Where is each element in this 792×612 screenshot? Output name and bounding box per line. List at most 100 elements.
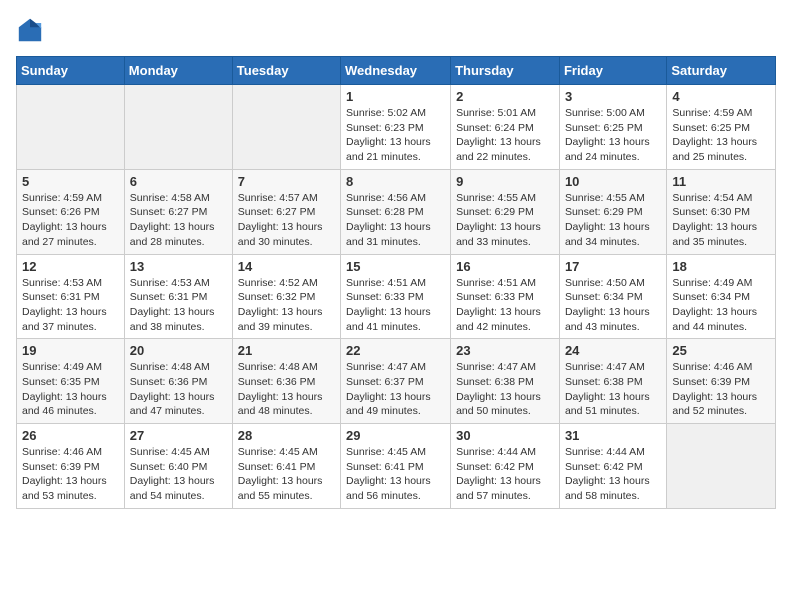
week-row-1: 1 Sunrise: 5:02 AM Sunset: 6:23 PM Daylig…: [17, 85, 776, 170]
day-number: 1: [346, 89, 445, 104]
day-number: 16: [456, 259, 554, 274]
day-info: Sunrise: 4:51 AM Sunset: 6:33 PM Dayligh…: [456, 276, 554, 335]
day-info: Sunrise: 4:56 AM Sunset: 6:28 PM Dayligh…: [346, 191, 445, 250]
calendar-cell: 9 Sunrise: 4:55 AM Sunset: 6:29 PM Daylig…: [451, 169, 560, 254]
day-info: Sunrise: 4:48 AM Sunset: 6:36 PM Dayligh…: [130, 360, 227, 419]
day-info: Sunrise: 5:02 AM Sunset: 6:23 PM Dayligh…: [346, 106, 445, 165]
day-info: Sunrise: 4:47 AM Sunset: 6:37 PM Dayligh…: [346, 360, 445, 419]
calendar-cell: 15Sunrise: 4:51 AM Sunset: 6:33 PM Dayli…: [341, 254, 451, 339]
weekday-header-monday: Monday: [124, 57, 232, 85]
day-number: 24: [565, 343, 661, 358]
day-info: Sunrise: 4:45 AM Sunset: 6:40 PM Dayligh…: [130, 445, 227, 504]
day-info: Sunrise: 4:45 AM Sunset: 6:41 PM Dayligh…: [238, 445, 335, 504]
calendar-cell: 6Sunrise: 4:58 AM Sunset: 6:27 PM Daylig…: [124, 169, 232, 254]
day-number: 17: [565, 259, 661, 274]
day-number: 22: [346, 343, 445, 358]
day-info: Sunrise: 4:59 AM Sunset: 6:26 PM Dayligh…: [22, 191, 119, 250]
calendar-body: 1 Sunrise: 5:02 AM Sunset: 6:23 PM Daylig…: [17, 85, 776, 509]
week-row-2: 5Sunrise: 4:59 AM Sunset: 6:26 PM Daylig…: [17, 169, 776, 254]
day-number: 13: [130, 259, 227, 274]
day-number: 15: [346, 259, 445, 274]
calendar-cell: 21 Sunrise: 4:48 AM Sunset: 6:36 PM Dayli…: [232, 339, 340, 424]
calendar-cell: 18 Sunrise: 4:49 AM Sunset: 6:34 PM Dayli…: [667, 254, 776, 339]
calendar-cell: 10 Sunrise: 4:55 AM Sunset: 6:29 PM Dayli…: [559, 169, 666, 254]
calendar-cell: 12 Sunrise: 4:53 AM Sunset: 6:31 PM Dayli…: [17, 254, 125, 339]
calendar-cell: 5Sunrise: 4:59 AM Sunset: 6:26 PM Daylig…: [17, 169, 125, 254]
day-number: 3: [565, 89, 661, 104]
weekday-row: SundayMondayTuesdayWednesdayThursdayFrid…: [17, 57, 776, 85]
calendar-cell: [17, 85, 125, 170]
day-info: Sunrise: 4:49 AM Sunset: 6:35 PM Dayligh…: [22, 360, 119, 419]
day-number: 10: [565, 174, 661, 189]
calendar-cell: 28 Sunrise: 4:45 AM Sunset: 6:41 PM Dayli…: [232, 424, 340, 509]
day-number: 8: [346, 174, 445, 189]
week-row-4: 19 Sunrise: 4:49 AM Sunset: 6:35 PM Dayli…: [17, 339, 776, 424]
weekday-header-wednesday: Wednesday: [341, 57, 451, 85]
calendar-cell: 27 Sunrise: 4:45 AM Sunset: 6:40 PM Dayli…: [124, 424, 232, 509]
calendar-cell: 2Sunrise: 5:01 AM Sunset: 6:24 PM Daylig…: [451, 85, 560, 170]
calendar-cell: [124, 85, 232, 170]
day-number: 20: [130, 343, 227, 358]
day-number: 4: [672, 89, 770, 104]
week-row-5: 26 Sunrise: 4:46 AM Sunset: 6:39 PM Dayli…: [17, 424, 776, 509]
calendar-cell: [232, 85, 340, 170]
day-number: 21: [238, 343, 335, 358]
weekday-header-friday: Friday: [559, 57, 666, 85]
day-info: Sunrise: 4:58 AM Sunset: 6:27 PM Dayligh…: [130, 191, 227, 250]
day-info: Sunrise: 4:48 AM Sunset: 6:36 PM Dayligh…: [238, 360, 335, 419]
calendar-cell: 13 Sunrise: 4:53 AM Sunset: 6:31 PM Dayli…: [124, 254, 232, 339]
calendar-cell: 24 Sunrise: 4:47 AM Sunset: 6:38 PM Dayli…: [559, 339, 666, 424]
day-info: Sunrise: 4:53 AM Sunset: 6:31 PM Dayligh…: [22, 276, 119, 335]
day-number: 23: [456, 343, 554, 358]
day-info: Sunrise: 4:46 AM Sunset: 6:39 PM Dayligh…: [22, 445, 119, 504]
day-number: 26: [22, 428, 119, 443]
day-info: Sunrise: 4:47 AM Sunset: 6:38 PM Dayligh…: [456, 360, 554, 419]
calendar-header: SundayMondayTuesdayWednesdayThursdayFrid…: [17, 57, 776, 85]
calendar-cell: 25 Sunrise: 4:46 AM Sunset: 6:39 PM Dayli…: [667, 339, 776, 424]
day-info: Sunrise: 4:46 AM Sunset: 6:39 PM Dayligh…: [672, 360, 770, 419]
day-number: 12: [22, 259, 119, 274]
day-number: 18: [672, 259, 770, 274]
day-info: Sunrise: 4:54 AM Sunset: 6:30 PM Dayligh…: [672, 191, 770, 250]
day-number: 28: [238, 428, 335, 443]
calendar-cell: 31Sunrise: 4:44 AM Sunset: 6:42 PM Dayli…: [559, 424, 666, 509]
weekday-header-sunday: Sunday: [17, 57, 125, 85]
day-info: Sunrise: 4:49 AM Sunset: 6:34 PM Dayligh…: [672, 276, 770, 335]
calendar-cell: 8 Sunrise: 4:56 AM Sunset: 6:28 PM Daylig…: [341, 169, 451, 254]
calendar-cell: 26 Sunrise: 4:46 AM Sunset: 6:39 PM Dayli…: [17, 424, 125, 509]
day-info: Sunrise: 4:55 AM Sunset: 6:29 PM Dayligh…: [456, 191, 554, 250]
header: [16, 16, 776, 44]
weekday-header-thursday: Thursday: [451, 57, 560, 85]
day-number: 30: [456, 428, 554, 443]
calendar-cell: 23 Sunrise: 4:47 AM Sunset: 6:38 PM Dayli…: [451, 339, 560, 424]
calendar-cell: 29Sunrise: 4:45 AM Sunset: 6:41 PM Dayli…: [341, 424, 451, 509]
calendar-cell: 16 Sunrise: 4:51 AM Sunset: 6:33 PM Dayli…: [451, 254, 560, 339]
day-number: 27: [130, 428, 227, 443]
calendar-cell: 30Sunrise: 4:44 AM Sunset: 6:42 PM Dayli…: [451, 424, 560, 509]
day-number: 25: [672, 343, 770, 358]
day-info: Sunrise: 4:53 AM Sunset: 6:31 PM Dayligh…: [130, 276, 227, 335]
day-info: Sunrise: 4:55 AM Sunset: 6:29 PM Dayligh…: [565, 191, 661, 250]
day-number: 19: [22, 343, 119, 358]
day-number: 7: [238, 174, 335, 189]
day-info: Sunrise: 5:01 AM Sunset: 6:24 PM Dayligh…: [456, 106, 554, 165]
day-info: Sunrise: 4:57 AM Sunset: 6:27 PM Dayligh…: [238, 191, 335, 250]
calendar-cell: 17 Sunrise: 4:50 AM Sunset: 6:34 PM Dayli…: [559, 254, 666, 339]
weekday-header-saturday: Saturday: [667, 57, 776, 85]
day-number: 11: [672, 174, 770, 189]
day-info: Sunrise: 4:45 AM Sunset: 6:41 PM Dayligh…: [346, 445, 445, 504]
calendar-cell: 4 Sunrise: 4:59 AM Sunset: 6:25 PM Daylig…: [667, 85, 776, 170]
day-number: 14: [238, 259, 335, 274]
calendar-cell: 22 Sunrise: 4:47 AM Sunset: 6:37 PM Dayli…: [341, 339, 451, 424]
calendar-cell: [667, 424, 776, 509]
logo: [16, 16, 48, 44]
day-info: Sunrise: 4:47 AM Sunset: 6:38 PM Dayligh…: [565, 360, 661, 419]
calendar-cell: 7 Sunrise: 4:57 AM Sunset: 6:27 PM Daylig…: [232, 169, 340, 254]
day-info: Sunrise: 4:44 AM Sunset: 6:42 PM Dayligh…: [565, 445, 661, 504]
logo-icon: [16, 16, 44, 44]
day-info: Sunrise: 4:50 AM Sunset: 6:34 PM Dayligh…: [565, 276, 661, 335]
day-info: Sunrise: 4:59 AM Sunset: 6:25 PM Dayligh…: [672, 106, 770, 165]
calendar-cell: 1 Sunrise: 5:02 AM Sunset: 6:23 PM Daylig…: [341, 85, 451, 170]
day-info: Sunrise: 5:00 AM Sunset: 6:25 PM Dayligh…: [565, 106, 661, 165]
day-number: 9: [456, 174, 554, 189]
